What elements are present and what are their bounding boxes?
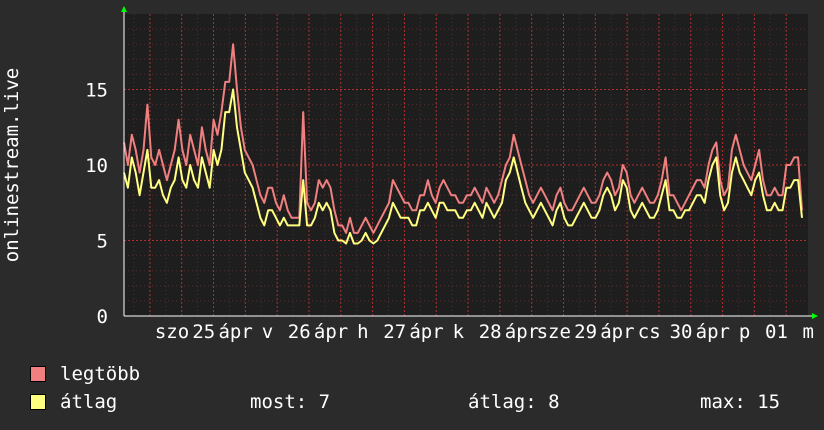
y-tick-label: 0 [97,306,108,328]
x-tick-label: 28 [479,321,502,343]
x-tick-label: ápr [505,321,539,343]
x-tick-label: p [739,321,750,343]
legend-swatch-legtobb [30,366,46,382]
x-tick-label: h [357,321,368,343]
y-axis-label: onlinestream.live [1,67,23,263]
stat-current: most: 7 [250,391,331,413]
x-tick-label: m [803,321,814,343]
x-tick-label: 25 [192,321,215,343]
x-tick-label: ápr [314,321,348,343]
legend-swatch-atlag [30,394,46,410]
x-tick-label: k [453,321,465,343]
x-tick-label: cs [638,321,661,343]
x-tick-label: v [262,321,273,343]
x-axis-arrow [812,313,818,319]
x-tick-label: szo [155,321,189,343]
stat-maximum: max: 15 [700,391,781,413]
y-axis-arrow [121,6,127,12]
x-tick-label: ápr [409,321,443,343]
x-tick-label: 26 [288,321,311,343]
legend-item-atlag: átlag [30,391,117,413]
x-tick-label: 30 [670,321,693,343]
legend-label-atlag: átlag [60,391,118,413]
x-tick-label: ápr [218,321,252,343]
x-tick-label: ápr [696,321,730,343]
y-tick-label: 15 [85,80,108,102]
y-axis-label-wrap: onlinestream.live [0,0,30,330]
x-tick-label: 27 [383,321,406,343]
stat-average: átlag: 8 [468,391,560,413]
x-tick-label: ápr [600,321,634,343]
x-tick-label: 01 [765,321,788,343]
x-tick-label: sze [537,321,571,343]
y-tick-label: 10 [85,155,108,177]
y-tick-label: 5 [97,231,108,253]
chart: 051015 szo 25 ápr v 26 ápr h 27 ápr k 28 áprsze 29 áp… [85,6,818,343]
legend-item-legtobb: legtöbb [30,363,140,385]
x-tick-label: 29 [574,321,597,343]
legend-label-legtobb: legtöbb [60,363,141,385]
